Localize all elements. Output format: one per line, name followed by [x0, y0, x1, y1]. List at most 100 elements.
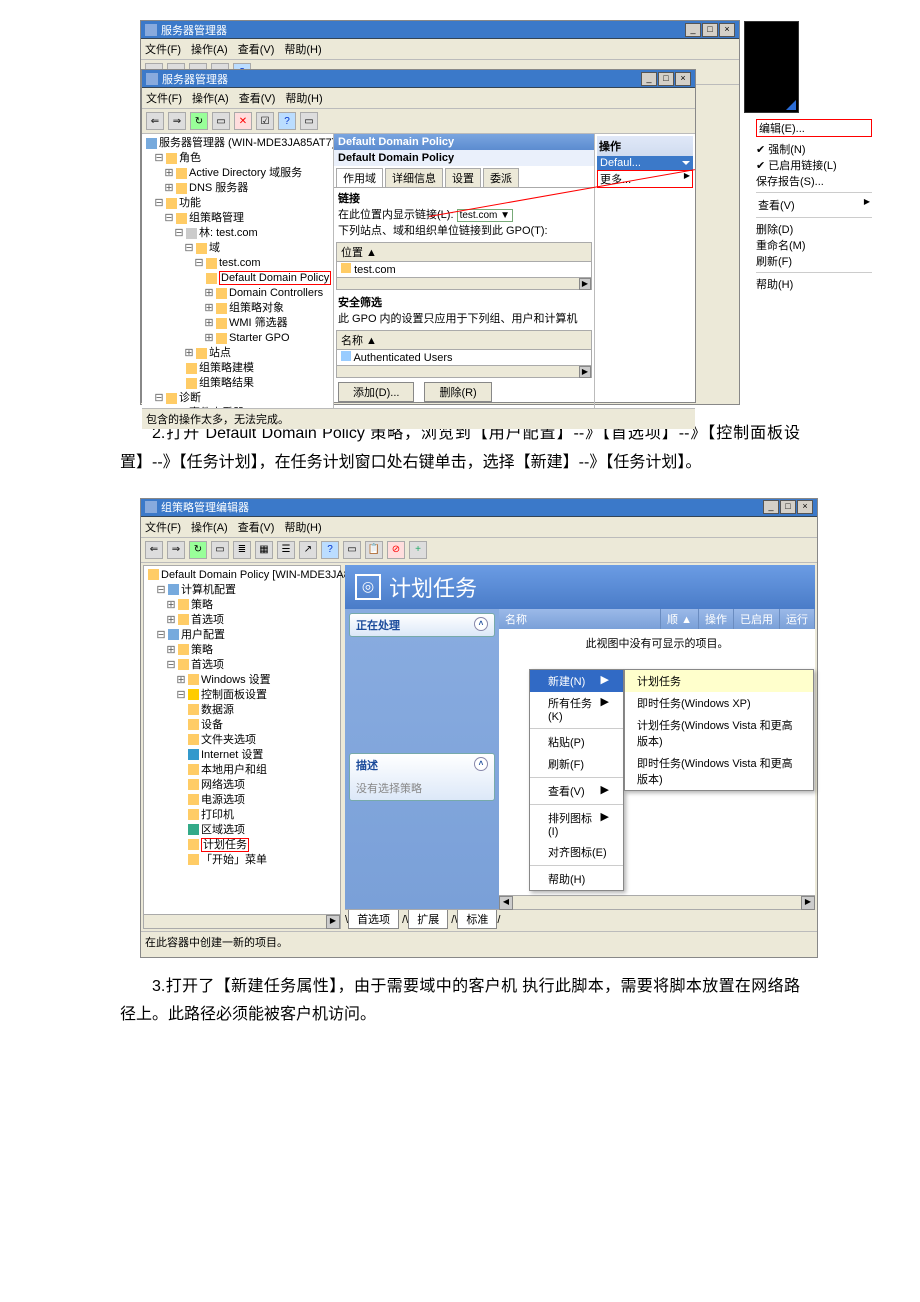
list-area[interactable]: 名称 顺 ▲ 操作 已启用 运行 此视图中没有可显示的项目。 新建(N)▶ 所有…: [499, 609, 815, 909]
toggle-icon[interactable]: ⊟: [164, 211, 174, 226]
toggle-icon[interactable]: ⊞: [166, 598, 176, 613]
menu-file[interactable]: 文件(F): [146, 90, 182, 106]
action-rename[interactable]: 重命名(M): [756, 237, 872, 253]
tree-power[interactable]: 电源选项: [201, 794, 245, 806]
links-list[interactable]: 位置 ▲ test.com ▶: [336, 242, 592, 290]
ctx-new[interactable]: 新建(N)▶: [530, 670, 623, 692]
refresh-icon[interactable]: ↻: [190, 112, 208, 130]
close-button[interactable]: ×: [797, 500, 813, 514]
copy-icon[interactable]: 📋: [365, 541, 383, 559]
toggle-icon[interactable]: ⊟: [154, 196, 164, 211]
toggle-icon[interactable]: ⊟: [194, 256, 204, 271]
maximize-button[interactable]: □: [780, 500, 796, 514]
col-name[interactable]: 名称: [499, 609, 661, 629]
export-icon[interactable]: ↗: [299, 541, 317, 559]
tab-extended[interactable]: 扩展: [408, 910, 448, 929]
pane2-icon[interactable]: ▭: [300, 112, 318, 130]
nav-back-icon[interactable]: ⇐: [146, 112, 164, 130]
filter-list[interactable]: 名称 ▲ Authenticated Users ▶: [336, 330, 592, 378]
tree-dns[interactable]: DNS 服务器: [189, 182, 248, 194]
toggle-icon[interactable]: ⊞: [176, 673, 186, 688]
description-header[interactable]: 描述˄: [350, 754, 494, 776]
tab-standard[interactable]: 标准: [457, 910, 497, 929]
props-icon[interactable]: ☑: [256, 112, 274, 130]
minimize-button[interactable]: _: [685, 23, 701, 37]
toggle-icon[interactable]: ⊞: [184, 346, 194, 361]
tree-compcfg[interactable]: 计算机配置: [181, 584, 236, 596]
tree-roles[interactable]: 角色: [179, 152, 201, 164]
action-view[interactable]: 查看(V)▶: [756, 196, 872, 214]
tree-sched[interactable]: 计划任务: [201, 838, 249, 852]
menu-view[interactable]: 查看(V): [238, 519, 275, 535]
tree-dc[interactable]: Domain Controllers: [229, 287, 323, 299]
nav-fwd-icon[interactable]: ⇒: [168, 112, 186, 130]
toggle-icon[interactable]: ⊟: [154, 391, 164, 406]
tree-features[interactable]: 功能: [179, 197, 201, 209]
toggle-icon[interactable]: ⊟: [156, 628, 166, 643]
details-icon[interactable]: ☰: [277, 541, 295, 559]
tab-settings[interactable]: 设置: [445, 168, 481, 187]
tree-pol2[interactable]: 策略: [191, 644, 213, 656]
tree-domains[interactable]: 域: [209, 242, 220, 254]
tree-evt[interactable]: 事件查看器: [189, 407, 244, 408]
toggle-icon[interactable]: ⊞: [166, 643, 176, 658]
ctx-arrange[interactable]: 排列图标(I)▶: [530, 807, 623, 841]
tree-net[interactable]: 网络选项: [201, 779, 245, 791]
tree-sites[interactable]: 站点: [209, 347, 231, 359]
toggle-icon[interactable]: ⊞: [204, 331, 214, 346]
action-linkenable[interactable]: ✔ 已启用链接(L): [756, 157, 872, 173]
tree-region[interactable]: 区域选项: [201, 824, 245, 836]
tab-scope[interactable]: 作用域: [336, 168, 383, 187]
add-button[interactable]: 添加(D)...: [338, 382, 414, 402]
menu-file[interactable]: 文件(F): [145, 519, 181, 535]
ctx-help[interactable]: 帮助(H): [530, 868, 623, 890]
delete-icon[interactable]: ✕: [234, 112, 252, 130]
sub-immediate-xp[interactable]: 即时任务(Windows XP): [625, 692, 813, 714]
scroll-right-icon[interactable]: ▶: [579, 366, 591, 378]
ctx-paste[interactable]: 粘贴(P): [530, 731, 623, 753]
tree-printer[interactable]: 打印机: [201, 809, 234, 821]
menu-help[interactable]: 帮助(H): [285, 90, 322, 106]
maximize-button[interactable]: □: [658, 72, 674, 86]
toggle-icon[interactable]: ⊞: [204, 316, 214, 331]
list-row[interactable]: test.com: [337, 262, 591, 277]
list-row[interactable]: Authenticated Users: [337, 350, 591, 365]
action-help[interactable]: 帮助(H): [756, 276, 872, 292]
pane-icon[interactable]: ▭: [212, 112, 230, 130]
loc-col-header[interactable]: 位置 ▲: [337, 243, 591, 262]
close-button[interactable]: ×: [675, 72, 691, 86]
ctx-all[interactable]: 所有任务(K)▶: [530, 692, 623, 726]
pane2-icon[interactable]: ▭: [343, 541, 361, 559]
refresh-icon[interactable]: ↻: [189, 541, 207, 559]
processing-header[interactable]: 正在处理˄: [350, 614, 494, 636]
tree-root[interactable]: 服务器管理器 (WIN-MDE3JA85AT7): [159, 137, 334, 149]
tree-pref2[interactable]: 首选项: [191, 659, 224, 671]
col-op[interactable]: 操作: [699, 609, 734, 629]
action-delete[interactable]: 删除(D): [756, 221, 872, 237]
tree-wmi[interactable]: WMI 筛选器: [229, 317, 288, 329]
scroll-left-icon[interactable]: ◀: [499, 896, 513, 910]
nav-fwd-icon[interactable]: ⇒: [167, 541, 185, 559]
tab-delegation[interactable]: 委派: [483, 168, 519, 187]
toggle-icon[interactable]: ⊟: [166, 658, 176, 673]
ctx-align[interactable]: 对齐图标(E): [530, 841, 623, 863]
menu-help[interactable]: 帮助(H): [284, 519, 321, 535]
menu-action[interactable]: 操作(A): [192, 90, 229, 106]
toggle-icon[interactable]: ⊟: [154, 151, 164, 166]
tree-starter[interactable]: Starter GPO: [229, 332, 290, 344]
help-icon[interactable]: ?: [278, 112, 296, 130]
maximize-button[interactable]: □: [702, 23, 718, 37]
action-save[interactable]: 保存报告(S)...: [756, 173, 872, 189]
tree-testcom[interactable]: test.com: [219, 257, 261, 269]
tab-details[interactable]: 详细信息: [385, 168, 443, 187]
scroll-right-icon[interactable]: ▶: [801, 896, 815, 910]
nav-back-icon[interactable]: ⇐: [145, 541, 163, 559]
list-icon[interactable]: ≣: [233, 541, 251, 559]
domain-dropdown[interactable]: test.com ▼: [457, 209, 513, 222]
minimize-button[interactable]: _: [641, 72, 657, 86]
close-button[interactable]: ×: [719, 23, 735, 37]
toggle-icon[interactable]: ⊞: [204, 286, 214, 301]
pane-icon[interactable]: ▭: [211, 541, 229, 559]
toggle-icon[interactable]: ⊟: [164, 406, 174, 408]
tree-usercfg[interactable]: 用户配置: [181, 629, 225, 641]
